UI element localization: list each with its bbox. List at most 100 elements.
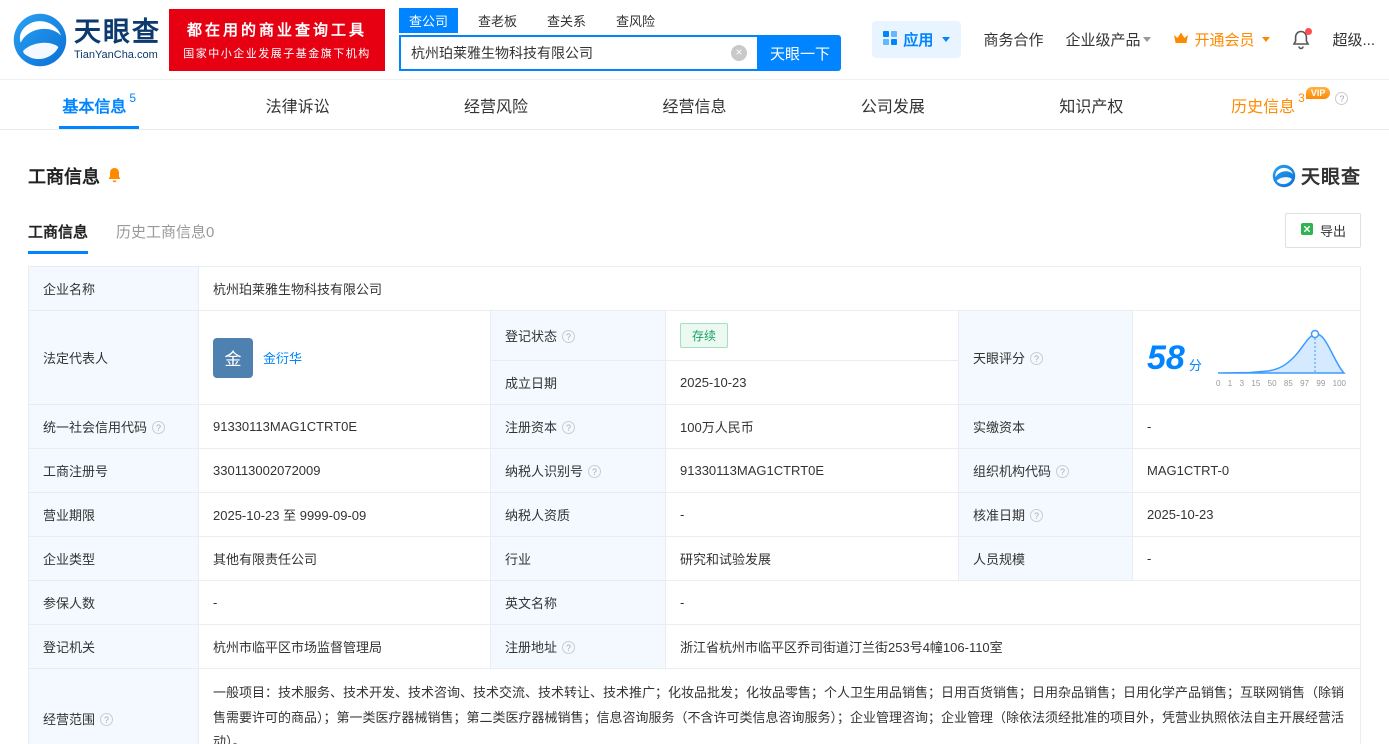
field-value-taxpayer-id: 91330113MAG1CTRT0E: [665, 448, 959, 493]
tianyancha-watermark: 天眼查: [1272, 162, 1361, 189]
field-label-business-scope: 经营范围: [28, 667, 199, 744]
nav-super-vip[interactable]: 超级...: [1332, 29, 1375, 50]
apps-button[interactable]: 应用: [872, 21, 962, 58]
table-row: 参保人数 - 英文名称 -: [28, 580, 1361, 625]
export-label: 导出: [1319, 224, 1346, 239]
field-value-english-name: -: [665, 580, 1361, 625]
vip-badge: VIP: [1305, 86, 1331, 99]
company-section-tabs: 基本信息 5 法律诉讼 经营风险 经营信息 公司发展 知识产权 历史信息 3 V…: [0, 80, 1389, 130]
field-label-english-name: 英文名称: [490, 580, 666, 625]
search-row: 天眼一下: [399, 35, 841, 71]
chevron-down-icon: [1262, 37, 1271, 42]
section-header: 工商信息 天眼查: [28, 162, 1361, 189]
help-icon[interactable]: [1056, 465, 1070, 478]
help-icon[interactable]: [100, 712, 114, 726]
field-value-insured-count: -: [198, 580, 491, 625]
field-value-registered-capital: 100万人民币: [665, 404, 959, 449]
field-label-credit-code: 统一社会信用代码: [28, 404, 199, 449]
legal-rep-avatar[interactable]: 金: [213, 337, 253, 378]
export-button[interactable]: 导出: [1284, 213, 1361, 248]
enterprise-products-label: 企业级产品: [1065, 32, 1141, 49]
table-row: 企业类型 其他有限责任公司 行业 研究和试验发展 人员规模 -: [28, 536, 1361, 581]
field-value-company-type: 其他有限责任公司: [198, 536, 491, 581]
field-label-registration-number: 工商注册号: [28, 448, 199, 493]
field-value-registration-number: 330113002072009: [198, 448, 491, 493]
promo-line1: 都在用的商业查询工具: [186, 21, 367, 39]
business-info-table: 企业名称 杭州珀莱雅生物科技有限公司 法定代表人 金 金衍华 登记状态 存续: [28, 266, 1361, 744]
search-tab-risk[interactable]: 查风险: [606, 8, 665, 33]
subtab-business-info[interactable]: 工商信息: [28, 221, 89, 254]
legal-rep-link[interactable]: 金衍华: [263, 348, 302, 367]
tab-history-info[interactable]: 历史信息 3 VIP: [1191, 80, 1389, 129]
field-label-business-term: 营业期限: [28, 492, 199, 537]
tab-basic-info-count: 5: [129, 90, 137, 105]
help-icon[interactable]: [152, 421, 166, 434]
watermark-text: 天眼查: [1300, 167, 1361, 188]
monitor-bell-icon[interactable]: [107, 167, 122, 184]
field-label-industry: 行业: [490, 536, 666, 581]
help-icon[interactable]: [562, 421, 576, 434]
tab-intellectual-property[interactable]: 知识产权: [992, 80, 1190, 129]
table-row: 法定代表人 金 金衍华 登记状态 存续 天眼评分 58: [28, 310, 1361, 405]
help-icon[interactable]: [588, 465, 602, 478]
top-nav: 应用 商务合作 企业级产品 开通会员 超级...: [872, 21, 1375, 58]
help-icon[interactable]: [562, 330, 576, 343]
sub-tabs: 工商信息 历史工商信息0 导出: [28, 213, 1361, 254]
field-value-business-term: 2025-10-23 至 9999-09-09: [198, 492, 491, 537]
tab-operating-risk[interactable]: 经营风险: [397, 80, 595, 129]
field-label-tianyan-score: 天眼评分: [958, 310, 1133, 405]
tianyancha-company-page: 天眼查 TianYanCha.com 都在用的商业查询工具 国家中小企业发展子基…: [0, 0, 1389, 744]
field-value-tianyan-score: 58 分 013 15 50 85 97 99 100: [1132, 310, 1361, 405]
field-value-approval-date: 2025-10-23: [1132, 492, 1361, 537]
field-value-business-scope: 一般项目：技术服务、技术开发、技术咨询、技术交流、技术转让、技术推广；化妆品批发…: [198, 667, 1361, 744]
nav-open-membership[interactable]: 开通会员: [1173, 29, 1271, 50]
search-tab-company[interactable]: 查公司: [399, 8, 459, 33]
help-icon[interactable]: [1030, 352, 1044, 365]
table-row: 工商注册号 330113002072009 纳税人识别号 91330113MAG…: [28, 448, 1361, 493]
tab-basic-info[interactable]: 基本信息 5: [0, 80, 198, 129]
subtab-history-business-info[interactable]: 历史工商信息0: [116, 221, 214, 254]
field-value-registration-authority: 杭州市临平区市场监督管理局: [198, 624, 491, 669]
field-label-registration-status: 登记状态: [490, 310, 666, 361]
promo-banner: 都在用的商业查询工具 国家中小企业发展子基金旗下机构: [169, 8, 385, 71]
field-label-insured-count: 参保人数: [28, 580, 199, 625]
search-tab-boss[interactable]: 查老板: [468, 8, 527, 33]
field-value-legal-representative: 金 金衍华: [198, 310, 491, 405]
help-icon[interactable]: [1030, 509, 1044, 522]
apps-label: 应用: [903, 32, 934, 49]
field-value-registration-status: 存续: [665, 310, 959, 361]
main-content: 工商信息 天眼查 工商信息 历史工商信息0 导出 企业名称 杭州珀莱雅生物科技有…: [0, 162, 1389, 744]
top-header: 天眼查 TianYanCha.com 都在用的商业查询工具 国家中小企业发展子基…: [0, 0, 1389, 80]
field-label-registered-address: 注册地址: [490, 624, 666, 669]
nav-business-cooperation[interactable]: 商务合作: [983, 29, 1043, 50]
score-unit: 分: [1188, 358, 1202, 373]
chevron-down-icon: [942, 37, 951, 42]
open-membership-label: 开通会员: [1194, 32, 1255, 49]
tianyancha-logo-icon: [12, 12, 68, 68]
field-label-taxpayer-id: 纳税人识别号: [490, 448, 666, 493]
tab-legal-proceedings[interactable]: 法律诉讼: [198, 80, 396, 129]
status-badge: 存续: [680, 323, 729, 348]
notification-dot: [1305, 27, 1313, 35]
score-axis-labels: 013 15 50 85 97 99 100: [1216, 378, 1346, 388]
tab-company-development[interactable]: 公司发展: [794, 80, 992, 129]
clear-search-icon[interactable]: [731, 45, 747, 61]
search-input[interactable]: [411, 45, 731, 61]
search-block: 查公司 查老板 查关系 查风险 天眼一下: [399, 8, 841, 71]
field-value-establish-date: 2025-10-23: [665, 360, 959, 405]
excel-icon: [1300, 222, 1314, 239]
notifications-bell[interactable]: [1292, 27, 1313, 50]
help-icon[interactable]: [562, 641, 576, 654]
field-label-registered-capital: 注册资本: [490, 404, 666, 449]
tab-operating-info[interactable]: 经营信息: [595, 80, 793, 129]
field-value-company-name: 杭州珀莱雅生物科技有限公司: [198, 266, 1361, 311]
tianyancha-logo[interactable]: 天眼查 TianYanCha.com: [12, 12, 161, 68]
search-button[interactable]: 天眼一下: [759, 35, 841, 71]
score-number: 58: [1147, 338, 1185, 377]
search-tab-relation[interactable]: 查关系: [537, 8, 596, 33]
nav-enterprise-products[interactable]: 企业级产品: [1065, 29, 1152, 50]
tab-basic-info-label: 基本信息: [62, 98, 127, 116]
help-icon[interactable]: [1335, 92, 1349, 105]
field-label-establish-date: 成立日期: [490, 360, 666, 405]
field-value-taxpayer-quality: -: [665, 492, 959, 537]
